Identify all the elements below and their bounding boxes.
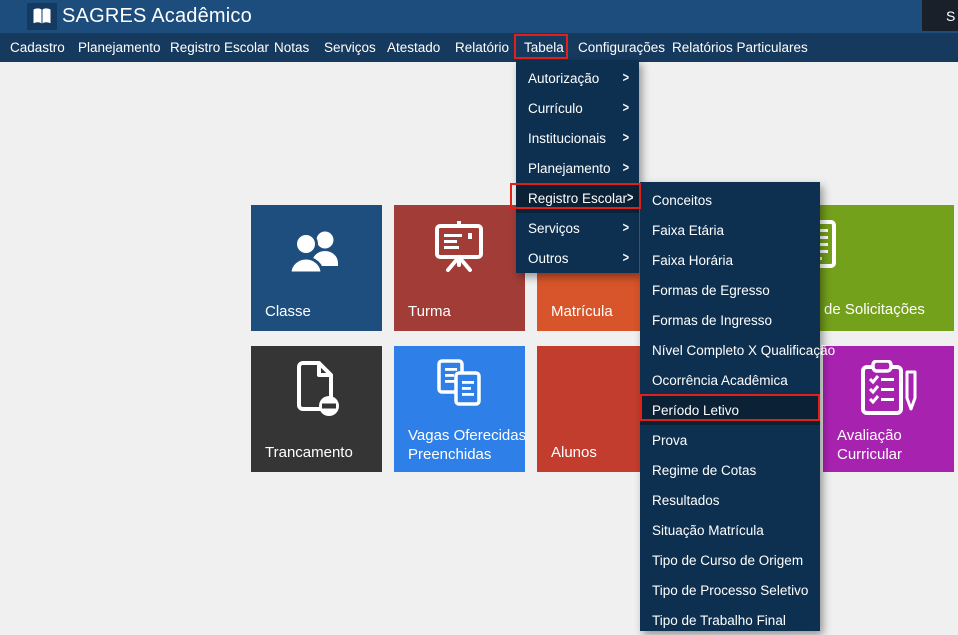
open-book-icon (32, 8, 52, 25)
tile-turma[interactable]: Turma (394, 205, 525, 331)
tile-vagas[interactable]: Vagas Oferecidas/ Preenchidas (394, 346, 525, 472)
tile-matricula-label: Matrícula (551, 302, 613, 321)
chevron-right-icon: > (623, 71, 629, 86)
dropdown-item-servicos[interactable]: Serviços > (516, 213, 639, 243)
chevron-right-icon: > (623, 221, 629, 236)
app-header: SAGRES Acadêmico S (0, 0, 958, 33)
account-button-label: S (946, 8, 955, 24)
dropdown-item-autorizacao[interactable]: Autorização > (516, 63, 639, 93)
registro-escolar-submenu: Conceitos Faixa Etária Faixa Horária For… (640, 182, 820, 631)
submenu-item-formas-de-ingresso[interactable]: Formas de Ingresso (640, 305, 820, 335)
main-menubar: Cadastro Planejamento Registro Escolar N… (0, 33, 958, 62)
submenu-item-nivel-completo-x-qualificacao[interactable]: Nível Completo X Qualificação (640, 335, 820, 365)
presentation-board-icon (431, 221, 487, 275)
menu-servicos[interactable]: Serviços (324, 33, 376, 62)
clipboard-pen-icon (859, 360, 919, 416)
tabela-dropdown-menu: Autorização > Currículo > Institucionais… (516, 60, 639, 273)
menu-planejamento[interactable]: Planejamento (78, 33, 161, 62)
dropdown-item-curriculo[interactable]: Currículo > (516, 93, 639, 123)
app-logo (27, 3, 57, 30)
tile-avaliacao-label: Avaliação Curricular (837, 426, 902, 464)
tile-avaliacao-label-line2: Curricular (837, 445, 902, 464)
menu-relatorios-particulares[interactable]: Relatórios Particulares (672, 33, 808, 62)
submenu-item-formas-de-egresso[interactable]: Formas de Egresso (640, 275, 820, 305)
chevron-right-icon: > (623, 251, 629, 266)
menu-registro-escolar[interactable]: Registro Escolar (170, 33, 269, 62)
menu-configuracoes[interactable]: Configurações (578, 33, 665, 62)
submenu-item-faixa-horaria[interactable]: Faixa Horária (640, 245, 820, 275)
tile-vagas-label-line2: Preenchidas (408, 445, 525, 464)
dropdown-item-outros[interactable]: Outros > (516, 243, 639, 273)
submenu-item-periodo-letivo[interactable]: Período Letivo (640, 395, 820, 425)
dropdown-item-registro-escolar[interactable]: Registro Escolar > (516, 183, 639, 213)
tile-avaliacao[interactable]: Avaliação Curricular (823, 346, 954, 472)
tile-alunos-label: Alunos (551, 443, 597, 462)
chevron-right-icon: > (623, 161, 629, 176)
tile-trancamento[interactable]: Trancamento (251, 346, 382, 472)
tile-vagas-label: Vagas Oferecidas/ Preenchidas (408, 426, 525, 464)
submenu-item-tipo-de-curso-de-origem[interactable]: Tipo de Curso de Origem (640, 545, 820, 575)
menu-relatorio[interactable]: Relatório (455, 33, 509, 62)
dropdown-item-institucionais[interactable]: Institucionais > (516, 123, 639, 153)
people-icon (288, 229, 344, 275)
tile-trancamento-label: Trancamento (265, 443, 353, 462)
menu-cadastro[interactable]: Cadastro (10, 33, 65, 62)
chevron-right-icon: > (623, 101, 629, 116)
submenu-item-regime-de-cotas[interactable]: Regime de Cotas (640, 455, 820, 485)
documents-stack-icon (431, 358, 487, 410)
document-minus-icon (293, 360, 341, 416)
tile-turma-label: Turma (408, 302, 451, 321)
tile-classe[interactable]: Classe (251, 205, 382, 331)
submenu-item-prova[interactable]: Prova (640, 425, 820, 455)
dropdown-item-planejamento[interactable]: Planejamento > (516, 153, 639, 183)
submenu-item-ocorrencia-academica[interactable]: Ocorrência Acadêmica (640, 365, 820, 395)
submenu-item-situacao-matricula[interactable]: Situação Matrícula (640, 515, 820, 545)
chevron-right-icon: > (627, 191, 633, 206)
account-button[interactable]: S (922, 0, 958, 31)
tile-vagas-label-line1: Vagas Oferecidas/ (408, 426, 525, 445)
page-title: SAGRES Acadêmico (62, 0, 252, 33)
chevron-right-icon: > (623, 131, 629, 146)
menu-tabela[interactable]: Tabela (524, 33, 564, 62)
submenu-item-faixa-etaria[interactable]: Faixa Etária (640, 215, 820, 245)
submenu-item-conceitos[interactable]: Conceitos (640, 185, 820, 215)
submenu-item-tipo-de-processo-seletivo[interactable]: Tipo de Processo Seletivo (640, 575, 820, 605)
menu-atestado[interactable]: Atestado (387, 33, 440, 62)
tile-avaliacao-label-line1: Avaliação (837, 426, 902, 445)
submenu-item-resultados[interactable]: Resultados (640, 485, 820, 515)
tile-solicitacoes-label: de Solicitações (824, 300, 925, 319)
tile-classe-label: Classe (265, 302, 311, 321)
menu-notas[interactable]: Notas (274, 33, 309, 62)
